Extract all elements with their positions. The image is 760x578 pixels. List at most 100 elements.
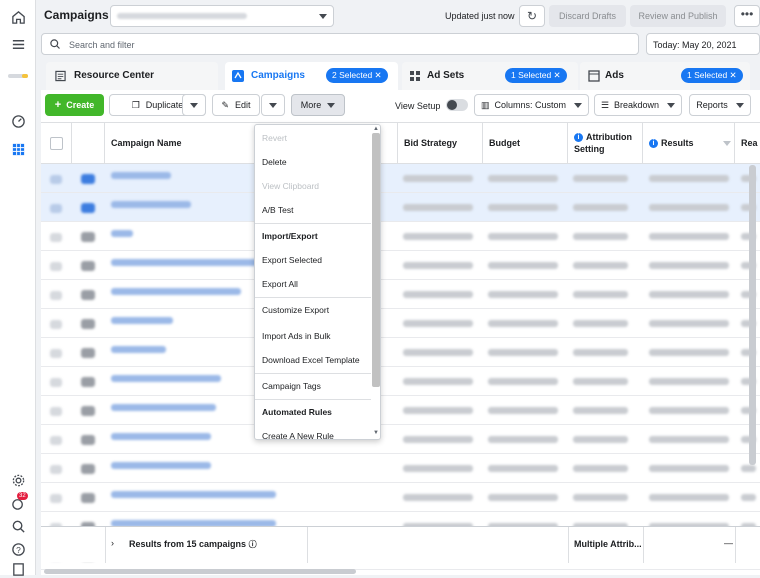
edit-dropdown-button[interactable] xyxy=(261,94,285,116)
refresh-button[interactable]: ↻ xyxy=(519,5,545,27)
row-checkbox[interactable] xyxy=(50,494,62,503)
ads-manager-table-icon[interactable] xyxy=(9,140,27,158)
menu-item[interactable]: Customize Export xyxy=(262,305,329,315)
account-selector[interactable] xyxy=(110,5,334,27)
tab-resource-center[interactable]: Resource Center xyxy=(46,62,218,90)
more-options-button[interactable]: ••• xyxy=(734,5,760,27)
row-status-toggle[interactable] xyxy=(81,406,95,416)
menu-item[interactable]: Campaign Tags xyxy=(262,381,321,391)
dashboard-icon[interactable] xyxy=(9,112,27,130)
campaign-name-link[interactable] xyxy=(111,288,241,295)
help-icon[interactable]: ? xyxy=(9,540,27,558)
row-status-toggle[interactable] xyxy=(81,319,95,329)
menu-scrollbar[interactable] xyxy=(372,133,380,387)
budget-header[interactable]: Budget xyxy=(483,123,568,164)
table-row[interactable] xyxy=(41,280,760,309)
row-status-toggle[interactable] xyxy=(81,232,95,242)
row-checkbox[interactable] xyxy=(50,320,62,329)
tab-campaigns[interactable]: Campaigns 2 Selected ✕ xyxy=(225,62,398,90)
row-status-toggle[interactable] xyxy=(81,290,95,300)
columns-button[interactable]: ▥ Columns: Custom xyxy=(474,94,589,116)
table-horizontal-scrollbar[interactable] xyxy=(44,569,356,574)
campaign-name-link[interactable] xyxy=(111,404,216,411)
table-row[interactable] xyxy=(41,367,760,396)
menu-item[interactable]: Export All xyxy=(262,279,298,289)
table-row[interactable] xyxy=(41,309,760,338)
row-status-toggle[interactable] xyxy=(81,493,95,503)
menu-item[interactable]: Create A New Rule xyxy=(262,431,334,439)
table-row[interactable] xyxy=(41,454,760,483)
info-icon[interactable]: i xyxy=(574,133,583,143)
reports-button[interactable]: Reports xyxy=(689,94,751,116)
row-checkbox[interactable] xyxy=(50,175,62,184)
campaign-name-link[interactable] xyxy=(111,230,133,237)
row-checkbox[interactable] xyxy=(50,233,62,242)
create-button[interactable]: + Create xyxy=(45,94,104,116)
table-row[interactable] xyxy=(41,483,760,512)
campaign-name-link[interactable] xyxy=(111,172,171,179)
attribution-setting-header[interactable]: i Attribution Setting xyxy=(568,123,643,164)
row-status-toggle[interactable] xyxy=(81,435,95,445)
view-setup-toggle[interactable] xyxy=(446,99,468,111)
tab-ad-sets[interactable]: Ad Sets 1 Selected ✕ xyxy=(402,62,578,90)
close-icon[interactable]: ✕ xyxy=(730,70,737,80)
campaign-name-link[interactable] xyxy=(111,433,211,440)
menu-item[interactable]: A/B Test xyxy=(262,205,294,215)
reach-header[interactable]: Rea xyxy=(735,123,760,164)
results-header[interactable]: i Results xyxy=(643,123,735,164)
row-checkbox[interactable] xyxy=(50,407,62,416)
row-status-toggle[interactable] xyxy=(81,348,95,358)
table-vertical-scrollbar[interactable] xyxy=(749,165,756,465)
date-range-selector[interactable]: Today: May 20, 2021 xyxy=(646,33,760,55)
more-button[interactable]: More xyxy=(291,94,345,116)
search-icon[interactable] xyxy=(9,517,27,535)
bid-strategy-header[interactable]: Bid Strategy xyxy=(398,123,483,164)
discard-drafts-button[interactable]: Discard Drafts xyxy=(549,5,626,27)
search-input[interactable]: Search and filter xyxy=(41,33,639,55)
row-status-toggle[interactable] xyxy=(81,261,95,271)
row-status-toggle[interactable] xyxy=(81,174,95,184)
menu-item[interactable]: Download Excel Template xyxy=(262,355,360,365)
menu-icon[interactable] xyxy=(9,35,27,53)
chevron-right-icon[interactable]: › xyxy=(111,538,114,548)
campaign-name-link[interactable] xyxy=(111,201,191,208)
table-row[interactable] xyxy=(41,251,760,280)
close-icon[interactable]: ✕ xyxy=(554,70,561,80)
row-checkbox[interactable] xyxy=(50,349,62,358)
close-icon[interactable]: ✕ xyxy=(375,70,382,80)
row-status-toggle[interactable] xyxy=(81,203,95,213)
campaign-name-link[interactable] xyxy=(111,491,276,498)
row-status-toggle[interactable] xyxy=(81,377,95,387)
account-avatar[interactable] xyxy=(8,74,28,78)
breakdown-button[interactable]: ☰ Breakdown xyxy=(594,94,682,116)
menu-item[interactable]: Import Ads in Bulk xyxy=(262,331,331,341)
report-icon[interactable] xyxy=(9,560,27,578)
campaigns-selected-pill[interactable]: 2 Selected ✕ xyxy=(326,68,388,83)
row-checkbox[interactable] xyxy=(50,262,62,271)
table-row[interactable] xyxy=(41,396,760,425)
settings-gear-icon[interactable] xyxy=(9,471,27,489)
campaign-name-link[interactable] xyxy=(111,317,173,324)
notifications-icon[interactable]: 32 xyxy=(9,492,28,512)
info-icon[interactable]: i xyxy=(649,139,658,149)
table-row[interactable] xyxy=(41,193,760,222)
menu-item[interactable]: Export Selected xyxy=(262,255,322,265)
table-row[interactable] xyxy=(41,425,760,454)
info-icon[interactable]: ⓘ xyxy=(249,540,257,549)
campaign-name-link[interactable] xyxy=(111,375,221,382)
row-checkbox[interactable] xyxy=(50,465,62,474)
row-checkbox[interactable] xyxy=(50,291,62,300)
table-row[interactable] xyxy=(41,222,760,251)
row-checkbox[interactable] xyxy=(50,436,62,445)
menu-item[interactable]: Delete xyxy=(262,157,287,167)
home-icon[interactable] xyxy=(9,8,27,26)
table-row[interactable] xyxy=(41,164,760,193)
campaign-name-link[interactable] xyxy=(111,462,211,469)
ads-selected-pill[interactable]: 1 Selected ✕ xyxy=(681,68,743,83)
row-status-toggle[interactable] xyxy=(81,464,95,474)
campaign-name-link[interactable] xyxy=(111,346,166,353)
duplicate-dropdown-button[interactable] xyxy=(182,94,206,116)
edit-button[interactable]: ✎ Edit xyxy=(212,94,260,116)
tab-ads[interactable]: Ads 1 Selected ✕ xyxy=(580,62,750,90)
scroll-up-icon[interactable]: ▲ xyxy=(373,126,379,132)
